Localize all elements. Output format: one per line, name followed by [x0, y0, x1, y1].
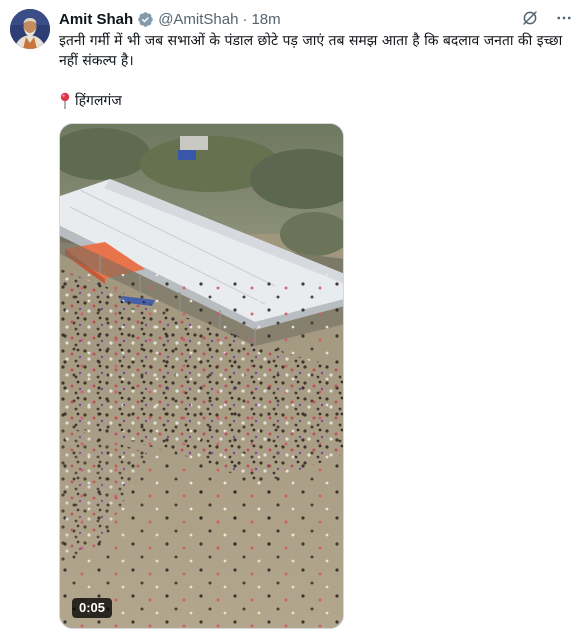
tweet-location: हिंगलगंज [59, 91, 122, 111]
timestamp[interactable]: 18m [251, 11, 280, 28]
avatar-image [10, 9, 50, 49]
location-label: हिंगलगंज [75, 93, 122, 109]
avatar[interactable] [10, 9, 50, 49]
grok-icon[interactable] [520, 8, 540, 28]
round-pushpin-icon [59, 92, 71, 110]
video-thumbnail [60, 124, 343, 628]
tweet-top-actions [520, 8, 574, 28]
tweet-card: Amit Shah @AmitShah · 18m इतनी गर्मी में [0, 0, 584, 634]
video-player[interactable]: 0:05 [59, 123, 344, 629]
author-handle[interactable]: @AmitShah [158, 11, 238, 28]
tweet-header: Amit Shah @AmitShah · 18m [59, 9, 281, 29]
video-duration-badge: 0:05 [72, 598, 113, 618]
author-name[interactable]: Amit Shah [59, 11, 133, 28]
verified-badge-icon [137, 11, 154, 28]
tweet-text: इतनी गर्मी में भी जब सभाओं के पंडाल छोटे… [59, 33, 563, 69]
separator-dot: · [242, 10, 248, 28]
more-dots-icon[interactable] [554, 8, 574, 28]
